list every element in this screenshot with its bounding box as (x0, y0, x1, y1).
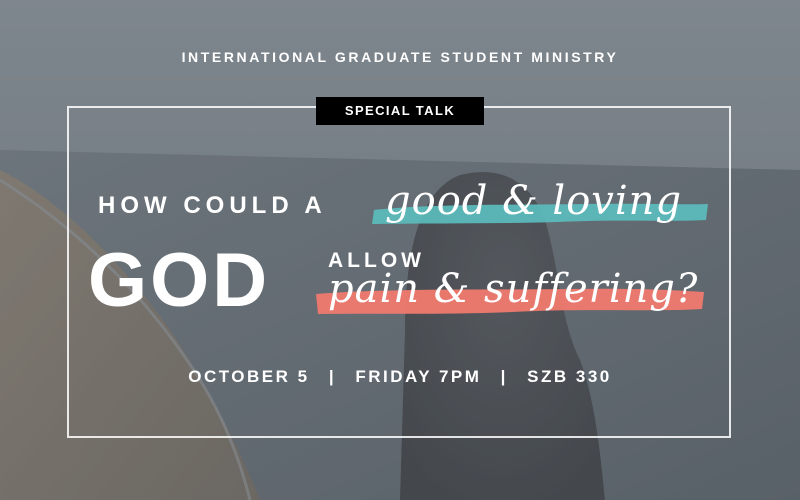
event-location: SZB 330 (527, 367, 612, 386)
headline-script1: good & loving (385, 178, 683, 224)
headline-god: GOD (88, 238, 271, 323)
event-details: OCTOBER 5 | FRIDAY 7PM | SZB 330 (0, 367, 800, 387)
headline-line1: HOW COULD A (98, 192, 327, 219)
event-time: FRIDAY 7PM (355, 367, 482, 386)
separator: | (328, 367, 337, 386)
separator: | (500, 367, 508, 386)
headline-script2: pain & suffering? (328, 266, 699, 312)
organization-name: INTERNATIONAL GRADUATE STUDENT MINISTRY (181, 49, 619, 65)
event-date: OCTOBER 5 (188, 367, 310, 386)
special-talk-tag: SPECIAL TALK (316, 97, 484, 125)
